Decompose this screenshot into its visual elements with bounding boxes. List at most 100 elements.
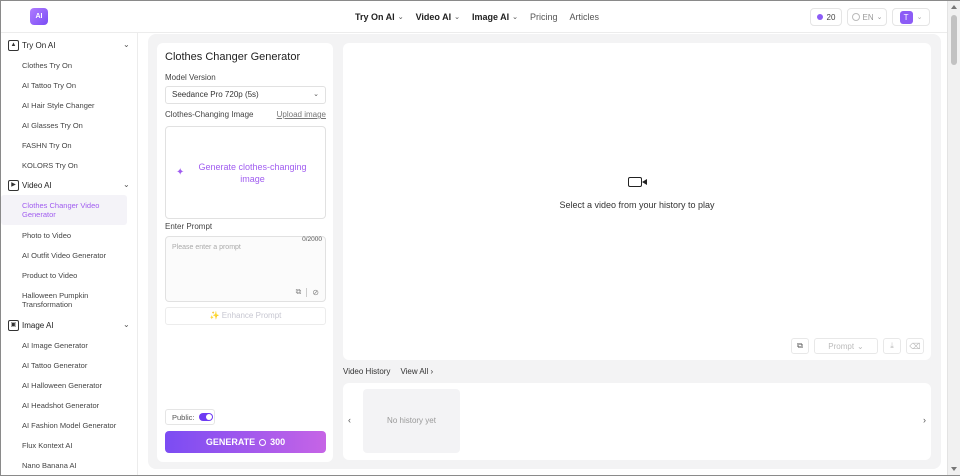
sidebar-item-photo-to-video[interactable]: Photo to Video <box>1 225 127 245</box>
generate-cost: 300 <box>270 437 286 447</box>
video-play-icon: ▶ <box>8 179 19 191</box>
public-toggle[interactable] <box>198 413 213 421</box>
scroll-down-icon[interactable] <box>951 467 957 471</box>
generate-button[interactable]: GENERATE 300 <box>165 431 326 453</box>
video-player: Select a video from your history to play… <box>343 43 931 360</box>
section-label: Video AI <box>22 180 52 190</box>
clothes-image-dropzone[interactable]: ✦ Generate clothes-changing image <box>165 126 326 219</box>
credit-coin-icon <box>816 14 823 20</box>
sidebar-item-ai-glasses-try-on[interactable]: AI Glasses Try On <box>1 115 127 135</box>
video-history-title: Video History <box>343 367 391 376</box>
enhance-prompt-button[interactable]: ✨ Enhance Prompt <box>165 307 326 325</box>
chevron-right-icon: › <box>430 367 434 376</box>
page-scrollbar[interactable] <box>947 1 960 475</box>
sidebar-item-ai-tattoo-try-on[interactable]: AI Tattoo Try On <box>1 75 127 95</box>
top-bar: AI Try On AI ⌄ Video AI ⌄ Image AI ⌄ Pricin… <box>1 1 947 33</box>
generate-clothes-link[interactable]: Generate clothes-changing image <box>193 161 313 185</box>
sidebar-item-ai-halloween-generator[interactable]: AI Halloween Generator <box>1 375 127 395</box>
image-icon: ▣ <box>8 319 19 331</box>
chevron-down-icon: ⌄ <box>123 320 130 329</box>
chevron-down-icon: ⌄ <box>876 14 883 21</box>
view-all-link[interactable]: View All › <box>400 367 433 376</box>
upload-image-link[interactable]: Upload image <box>277 110 326 119</box>
section-label: Image AI <box>22 320 54 330</box>
chevron-left-icon[interactable]: ‹ <box>348 415 351 425</box>
shirt-magic-icon: ✦ <box>176 167 185 178</box>
sidebar-item-ai-hair-style-changer[interactable]: AI Hair Style Changer <box>1 95 127 115</box>
sidebar-item-ai-tattoo-generator[interactable]: AI Tattoo Generator <box>1 355 127 375</box>
copy-button[interactable]: ⧉ <box>791 338 809 354</box>
player-toolbar: ⧉ Prompt ⌄ ⤓ ⌫ <box>786 338 924 354</box>
language-value: EN <box>862 12 874 22</box>
model-version-value: Seedance Pro 720p (5s) <box>172 90 259 99</box>
delete-button[interactable]: ⌫ <box>906 338 924 354</box>
globe-icon <box>851 13 860 21</box>
sidebar-item-nano-banana-ai[interactable]: Nano Banana AI <box>1 455 127 475</box>
nav-pricing[interactable]: Pricing <box>530 12 558 22</box>
generate-label: GENERATE <box>205 437 256 447</box>
main-nav: Try On AI ⌄ Video AI ⌄ Image AI ⌄ Pricing A… <box>355 1 611 33</box>
nav-articles[interactable]: Articles <box>570 12 600 22</box>
sidebar-item-ai-outfit-video-generator[interactable]: AI Outfit Video Generator <box>1 245 127 265</box>
sidebar-item-ai-image-generator[interactable]: AI Image Generator <box>1 335 127 355</box>
sidebar-item-clothes-changer-video-generator[interactable]: Clothes Changer Video Generator <box>1 195 127 225</box>
download-icon: ⤓ <box>890 341 894 350</box>
scroll-up-icon[interactable] <box>951 5 957 9</box>
sidebar-section-video-ai[interactable]: ▶ Video AI ⌄ <box>1 175 137 195</box>
chevron-down-icon: ⌄ <box>313 91 319 98</box>
sidebar: ▲ Try On AI ⌄ Clothes Try On AI Tattoo T… <box>1 33 138 475</box>
prompt-label: Enter Prompt <box>165 222 213 231</box>
language-select[interactable]: EN ⌄ <box>847 8 887 26</box>
sidebar-item-product-to-video[interactable]: Product to Video <box>1 265 127 285</box>
user-menu[interactable]: T ⌄ <box>892 8 930 26</box>
scroll-thumb[interactable] <box>951 15 957 65</box>
chevron-right-icon[interactable]: › <box>923 415 926 425</box>
video-history-header: Video History View All › <box>343 367 433 376</box>
sidebar-item-fashn-try-on[interactable]: FASHN Try On <box>1 135 127 155</box>
sidebar-item-halloween-pumpkin-transformation[interactable]: Halloween Pumpkin Transformation <box>1 285 127 315</box>
nav-video-ai[interactable]: Video AI ⌄ <box>416 12 460 22</box>
sidebar-item-ai-headshot-generator[interactable]: AI Headshot Generator <box>1 395 127 415</box>
public-toggle-wrap[interactable]: Public: <box>165 409 215 425</box>
sidebar-item-clothes-try-on[interactable]: Clothes Try On <box>1 55 127 75</box>
enhance-label: Enhance Prompt <box>221 311 282 320</box>
nav-image-ai[interactable]: Image AI ⌄ <box>472 12 518 22</box>
chevron-down-icon: ⌄ <box>512 14 519 21</box>
nav-label: Pricing <box>530 12 558 22</box>
copy-icon[interactable]: ⧉ <box>296 287 302 297</box>
sidebar-item-flux-kontext-ai[interactable]: Flux Kontext AI <box>1 435 127 455</box>
prompt-button[interactable]: Prompt ⌄ <box>814 338 878 354</box>
nav-label: Articles <box>569 12 600 22</box>
prompt-placeholder: Please enter a prompt <box>172 244 241 251</box>
clear-icon[interactable]: ⊘ <box>312 288 319 297</box>
video-camera-icon <box>628 177 647 187</box>
avatar: T <box>899 10 913 24</box>
history-empty-card: No history yet <box>363 389 460 453</box>
credits-badge[interactable]: 20 <box>810 8 842 26</box>
download-button[interactable]: ⤓ <box>883 338 901 354</box>
nav-try-on-ai[interactable]: Try On AI ⌄ <box>355 12 404 22</box>
video-history-strip: ‹ No history yet › <box>343 383 931 460</box>
chevron-down-icon: ⌄ <box>916 14 923 21</box>
credits-count: 20 <box>826 12 836 22</box>
model-version-select[interactable]: Seedance Pro 720p (5s) ⌄ <box>165 86 326 104</box>
nav-label: Try On AI <box>355 12 395 22</box>
sidebar-item-ai-fashion-model-generator[interactable]: AI Fashion Model Generator <box>1 415 127 435</box>
sidebar-section-try-on-ai[interactable]: ▲ Try On AI ⌄ <box>1 35 137 55</box>
sidebar-item-kolors-try-on[interactable]: KOLORS Try On <box>1 155 127 175</box>
prompt-input[interactable]: Please enter a prompt 0/2000 ⧉ ⊘ <box>165 236 326 302</box>
tool-divider <box>306 287 308 297</box>
chevron-down-icon: ⌄ <box>123 180 130 189</box>
nav-label: Video AI <box>415 12 452 22</box>
chevron-down-icon: ⌄ <box>397 14 404 21</box>
view-all-label: View All <box>400 367 429 376</box>
copy-icon: ⧉ <box>797 341 803 350</box>
logo[interactable]: AI <box>30 8 48 25</box>
sidebar-section-image-ai[interactable]: ▣ Image AI ⌄ <box>1 315 137 335</box>
prompt-button-label: Prompt <box>828 341 855 351</box>
nav-label: Image AI <box>471 12 510 22</box>
generator-panel: Clothes Changer Generator Model Version … <box>157 43 333 462</box>
prompt-tools: ⧉ ⊘ <box>296 287 319 297</box>
chevron-down-icon: ⌄ <box>123 40 130 49</box>
sparkle-icon: ✨ <box>209 311 220 320</box>
